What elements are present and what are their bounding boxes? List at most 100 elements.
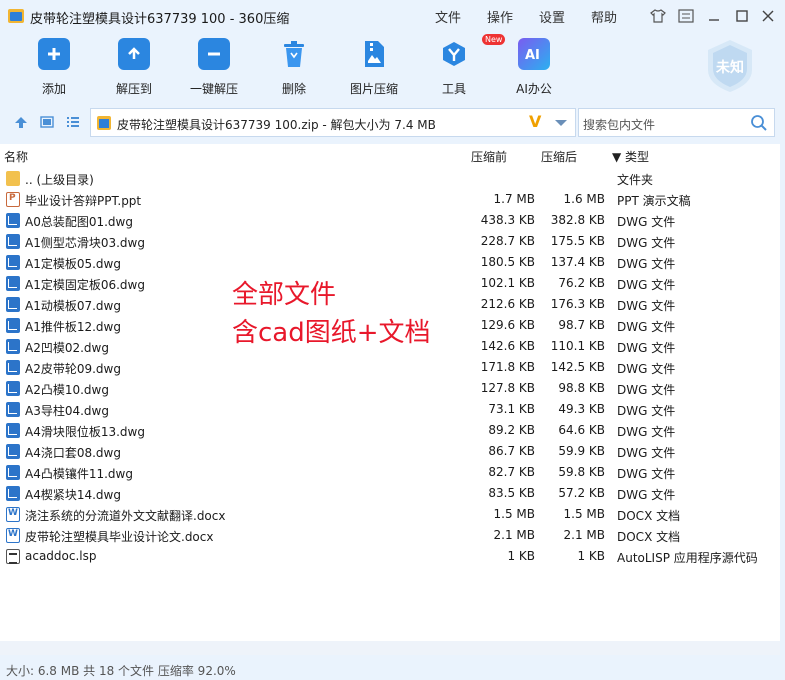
maximize-icon[interactable] [731,6,753,26]
menu-operate[interactable]: 操作 [487,7,513,26]
file-size-before: 129.6 KB [480,318,535,332]
file-name: A0总装配图01.dwg [25,215,133,229]
ai-office-button[interactable]: AI AI办公 [499,38,569,97]
up-arrow-icon[interactable] [12,113,30,131]
add-icon [38,38,70,70]
image-compress-icon [358,38,390,70]
archive-path: 皮带轮注塑模具设计637739 100.zip - 解包大小为 7.4 MB [117,118,436,132]
file-row[interactable]: A2皮带轮09.dwg 171.8 KB 142.5 KB DWG 文件 [0,357,780,378]
file-size-before: 228.7 KB [480,234,535,248]
file-size-after: 1.6 MB [563,192,605,206]
column-type[interactable]: ▼ 类型 [612,148,649,165]
file-type: DWG 文件 [617,320,676,334]
file-type: PPT 演示文稿 [617,194,691,208]
file-size-before: 142.6 KB [480,339,535,353]
skin-icon[interactable] [647,6,669,26]
delete-label: 删除 [281,82,306,96]
toolbar: 添加 解压到 一键解压 删除 图片压缩 New 工具 AI AI办公 未知 [0,32,785,102]
image-compress-label: 图片压缩 [349,82,398,96]
ai-office-label: AI办公 [516,82,552,96]
file-size-before: 1 KB [507,549,535,563]
list-header: 名称 压缩前 压缩后 ▼ 类型 [0,144,780,166]
file-row[interactable]: A1侧型芯滑块03.dwg 228.7 KB 175.5 KB DWG 文件 [0,231,780,252]
file-name: A2皮带轮09.dwg [25,362,121,376]
user-avatar[interactable]: 未知 [702,38,758,94]
file-name: A1动模板07.dwg [25,299,121,313]
tools-button[interactable]: New 工具 [419,34,506,97]
ai-office-icon: AI [518,38,550,70]
file-row[interactable]: A4浇口套08.dwg 86.7 KB 59.9 KB DWG 文件 [0,441,780,462]
file-type: 文件夹 [617,173,654,187]
menu-settings[interactable]: 设置 [539,7,565,26]
file-row[interactable]: 皮带轮注塑模具毕业设计论文.docx 2.1 MB 2.1 MB DOCX 文档 [0,525,780,546]
archive-icon [97,116,111,130]
column-after[interactable]: 压缩后 [541,148,577,165]
file-row[interactable]: A1定模固定板06.dwg 102.1 KB 76.2 KB DWG 文件 [0,273,780,294]
file-size-before: 86.7 KB [488,444,535,458]
thumbnail-view-icon[interactable] [38,113,56,131]
dwg-file-icon [6,234,20,249]
add-button[interactable]: 添加 [19,38,89,97]
file-row[interactable]: 毕业设计答辩PPT.ppt 1.7 MB 1.6 MB PPT 演示文稿 [0,189,780,210]
file-type: DWG 文件 [617,467,676,481]
column-before[interactable]: 压缩前 [471,148,507,165]
file-type: DWG 文件 [617,236,676,250]
file-name: 皮带轮注塑模具毕业设计论文.docx [25,530,214,544]
file-name: A4滑块限位板13.dwg [25,425,145,439]
overlay-text-line1: 全部文件 [232,280,337,310]
file-size-before: 73.1 KB [488,402,535,416]
docx-file-icon [6,528,20,543]
file-size-before: 1.5 MB [493,507,535,521]
menu-file[interactable]: 文件 [435,7,461,26]
dwg-file-icon [6,486,20,501]
dwg-file-icon [6,318,20,333]
ppt-file-icon [6,192,20,207]
search-icon[interactable] [750,114,768,132]
file-name: A2凸模10.dwg [25,383,109,397]
file-name: A2凹模02.dwg [25,341,109,355]
close-icon[interactable] [757,6,779,26]
file-size-after: 2.1 MB [563,528,605,542]
file-row[interactable]: A1定模板05.dwg 180.5 KB 137.4 KB DWG 文件 [0,252,780,273]
file-name: A1推件板12.dwg [25,320,121,334]
address-bar[interactable]: 皮带轮注塑模具设计637739 100.zip - 解包大小为 7.4 MB V [90,108,576,137]
minimize-icon[interactable] [703,6,725,26]
image-compress-button[interactable]: 图片压缩 [339,38,409,97]
dwg-file-icon [6,360,20,375]
one-click-extract-button[interactable]: 一键解压 [179,38,249,97]
dwg-file-icon [6,213,20,228]
file-type: DOCX 文档 [617,509,681,523]
file-row[interactable]: 浇注系统的分流道外文文献翻译.docx 1.5 MB 1.5 MB DOCX 文档 [0,504,780,525]
file-row[interactable]: acaddoc.lsp 1 KB 1 KB AutoLISP 应用程序源代码 [0,546,780,567]
file-type: DOCX 文档 [617,530,681,544]
folder-icon [6,171,20,186]
file-size-before: 102.1 KB [480,276,535,290]
file-name: A4凸模镶件11.dwg [25,467,133,481]
search-input[interactable]: 搜索包内文件 [578,108,775,137]
vip-icon[interactable]: V [529,112,541,131]
title-bar: 皮带轮注塑模具设计637739 100 - 360压缩 文件 操作 设置 帮助 [0,0,785,32]
delete-button[interactable]: 删除 [259,38,329,97]
horizontal-scrollbar[interactable] [0,641,780,655]
dwg-file-icon [6,444,20,459]
lsp-file-icon [6,549,20,564]
file-row[interactable]: A4楔紧块14.dwg 83.5 KB 57.2 KB DWG 文件 [0,483,780,504]
file-type: DWG 文件 [617,278,676,292]
extract-to-button[interactable]: 解压到 [99,38,169,97]
file-row[interactable]: A4滑块限位板13.dwg 89.2 KB 64.6 KB DWG 文件 [0,420,780,441]
dwg-file-icon [6,297,20,312]
message-icon[interactable] [675,6,697,26]
file-row[interactable]: A4凸模镶件11.dwg 82.7 KB 59.8 KB DWG 文件 [0,462,780,483]
list-view-icon[interactable] [64,113,82,131]
file-type: DWG 文件 [617,341,676,355]
column-name[interactable]: 名称 [4,148,28,165]
chevron-down-icon[interactable] [555,120,567,126]
extract-to-label: 解压到 [115,82,152,96]
file-row[interactable]: A0总装配图01.dwg 438.3 KB 382.8 KB DWG 文件 [0,210,780,231]
file-row[interactable]: A3导柱04.dwg 73.1 KB 49.3 KB DWG 文件 [0,399,780,420]
menu-help[interactable]: 帮助 [591,7,617,26]
one-click-extract-label: 一键解压 [189,82,238,96]
file-row[interactable]: .. (上级目录) 文件夹 [0,168,780,189]
search-placeholder: 搜索包内文件 [583,118,656,132]
file-row[interactable]: A2凸模10.dwg 127.8 KB 98.8 KB DWG 文件 [0,378,780,399]
